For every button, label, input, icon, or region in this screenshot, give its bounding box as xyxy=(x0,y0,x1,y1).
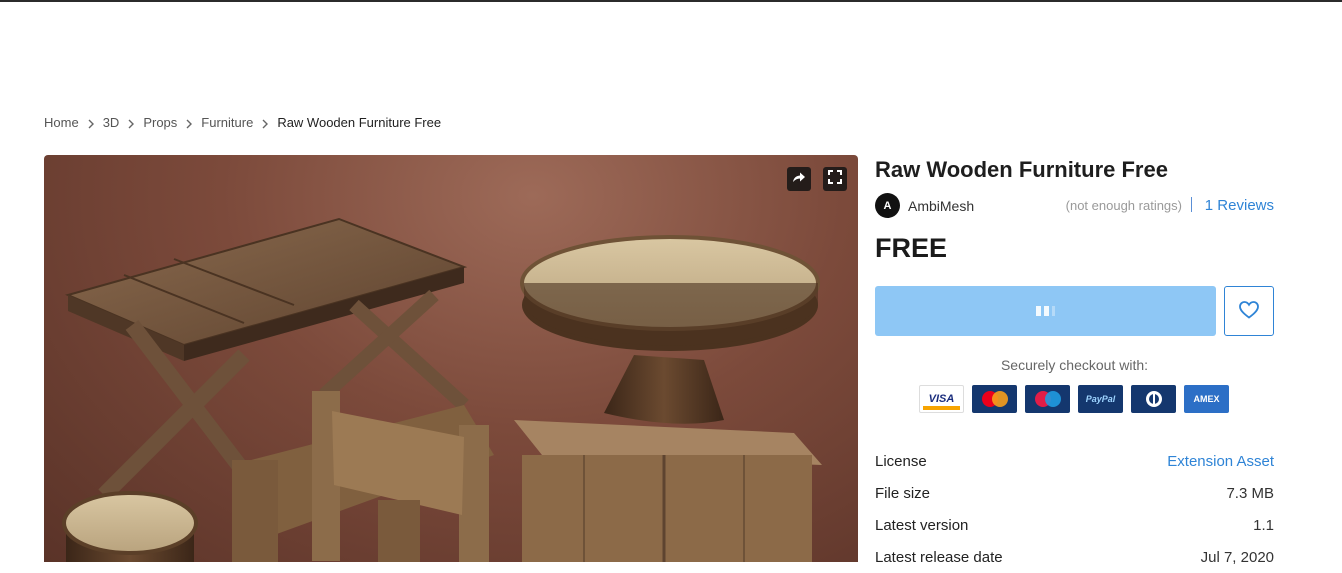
heart-icon xyxy=(1239,300,1259,322)
furniture-render xyxy=(62,217,822,562)
detail-row-file-size: File size 7.3 MB xyxy=(875,477,1274,509)
price: FREE xyxy=(875,233,948,263)
fullscreen-icon xyxy=(828,169,842,189)
detail-key: Latest release date xyxy=(875,548,1003,566)
publisher-row: A AmbiMesh (not enough ratings) 1 Review… xyxy=(875,193,1274,219)
maestro-icon xyxy=(1025,385,1070,413)
ratings-text: (not enough ratings) xyxy=(1065,198,1182,213)
checkout-label: Securely checkout with: xyxy=(1000,357,1149,373)
license-link[interactable]: Extension Asset xyxy=(1167,453,1274,470)
payment-methods: VISA PayPal AMEX xyxy=(919,385,1229,413)
product-details: License Extension Asset File size 7.3 MB… xyxy=(875,445,1274,573)
chevron-right-icon xyxy=(79,115,103,130)
loading-indicator xyxy=(1036,306,1041,316)
visa-icon: VISA xyxy=(919,385,964,413)
share-button[interactable] xyxy=(787,167,811,191)
top-border xyxy=(0,0,1342,2)
breadcrumb-props[interactable]: Props xyxy=(143,115,177,130)
publisher-name[interactable]: AmbiMesh xyxy=(908,198,974,214)
breadcrumb-3d[interactable]: 3D xyxy=(103,115,120,130)
chevron-right-icon xyxy=(177,115,201,130)
breadcrumb-current: Raw Wooden Furniture Free xyxy=(277,115,442,130)
breadcrumb: Home 3D Props Furniture Raw Wooden Furni… xyxy=(44,115,441,130)
fullscreen-button[interactable] xyxy=(823,167,847,191)
detail-key: Latest version xyxy=(875,516,969,534)
detail-row-release-date: Latest release date Jul 7, 2020 xyxy=(875,541,1274,573)
detail-key: License xyxy=(875,452,927,470)
detail-row-license: License Extension Asset xyxy=(875,445,1274,477)
product-image[interactable] xyxy=(44,155,858,562)
detail-value: Jul 7, 2020 xyxy=(1200,548,1274,566)
amex-icon: AMEX xyxy=(1184,385,1229,413)
loading-indicator xyxy=(1044,306,1049,316)
paypal-icon: PayPal xyxy=(1078,385,1123,413)
breadcrumb-home[interactable]: Home xyxy=(44,115,79,130)
chevron-right-icon xyxy=(253,115,277,130)
chevron-right-icon xyxy=(119,115,143,130)
product-title: Raw Wooden Furniture Free xyxy=(875,157,1168,182)
publisher-avatar[interactable]: A xyxy=(875,193,900,218)
add-to-my-assets-button[interactable] xyxy=(875,286,1216,336)
breadcrumb-furniture[interactable]: Furniture xyxy=(201,115,253,130)
detail-value: 7.3 MB xyxy=(1226,484,1274,502)
reviews-link[interactable]: 1 Reviews xyxy=(1205,197,1274,214)
detail-row-latest-version: Latest version 1.1 xyxy=(875,509,1274,541)
ratings-divider xyxy=(1191,197,1192,212)
detail-value: 1.1 xyxy=(1253,516,1274,534)
mastercard-icon xyxy=(972,385,1017,413)
share-icon xyxy=(792,170,806,188)
favorite-button[interactable] xyxy=(1224,286,1274,336)
detail-key: File size xyxy=(875,484,931,502)
loading-indicator xyxy=(1052,306,1055,316)
diners-club-icon xyxy=(1131,385,1176,413)
